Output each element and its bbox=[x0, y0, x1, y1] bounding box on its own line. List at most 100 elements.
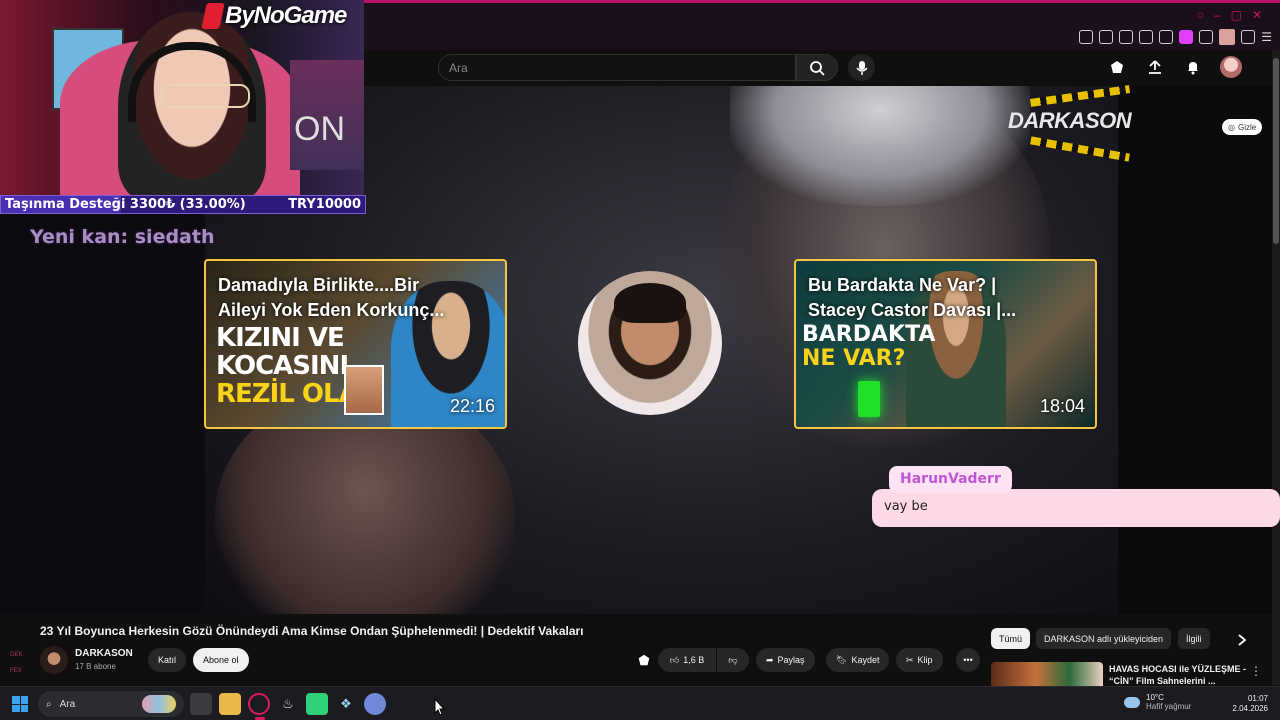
card-duration: 18:04 bbox=[1039, 396, 1085, 416]
bookmark-icon: 🔖︎ bbox=[836, 654, 848, 665]
subscribe-button[interactable]: Abone ol bbox=[193, 648, 249, 672]
glasses bbox=[160, 84, 250, 108]
clip-label: Klip bbox=[917, 655, 933, 665]
extensions-toolbar: ☰ bbox=[1079, 29, 1272, 45]
search-input[interactable]: Ara bbox=[438, 54, 796, 81]
share-label: Paylaş bbox=[777, 655, 805, 665]
chat-message-bubble: vay be bbox=[872, 489, 1280, 527]
vpn-icon[interactable] bbox=[1119, 30, 1134, 44]
left-edge-strip: GEK FEX bbox=[0, 640, 30, 685]
dislike-button[interactable]: 👎︎ bbox=[717, 648, 749, 672]
menu-icon[interactable]: ☰ bbox=[1261, 30, 1272, 44]
search-icon[interactable]: ○ bbox=[1197, 8, 1204, 22]
extension-icon[interactable] bbox=[1106, 56, 1128, 78]
puzzle-icon[interactable] bbox=[1199, 30, 1214, 44]
discord-icon[interactable] bbox=[364, 693, 386, 715]
card-thumbnail-inset bbox=[344, 365, 384, 415]
channel-avatar[interactable] bbox=[40, 646, 68, 674]
green-glass-graphic bbox=[858, 381, 880, 417]
steam-icon[interactable]: ♨ bbox=[277, 693, 299, 715]
twitch-extension-icon[interactable] bbox=[1179, 30, 1194, 44]
pin-icon[interactable] bbox=[1079, 30, 1094, 44]
card-thumbnail-text: BARDAKTA NE VAR? bbox=[802, 323, 935, 371]
recommended-more-icon[interactable]: ⋮ bbox=[1250, 664, 1262, 678]
thumb-text-line: BARDAKTA bbox=[802, 322, 936, 347]
endscreen-channel-avatar[interactable] bbox=[578, 271, 722, 415]
window-controls: ○ – ▢ ✕ bbox=[1197, 8, 1262, 22]
taskbar-search[interactable]: ⌕ Ara bbox=[38, 691, 184, 717]
weather-description: Hafif yağmur bbox=[1146, 702, 1192, 711]
voice-search-button[interactable] bbox=[848, 54, 875, 81]
thumb-text-line: KIZINI VE bbox=[216, 323, 345, 353]
chevron-right-icon bbox=[1238, 634, 1247, 646]
save-button[interactable]: 🔖︎ Kaydet bbox=[826, 648, 890, 672]
screenshot-icon[interactable] bbox=[1099, 30, 1114, 44]
windows-start-icon[interactable] bbox=[12, 696, 28, 712]
bynogame-logo-icon bbox=[201, 3, 225, 29]
sponsor-logo: ByNoGame bbox=[201, 2, 347, 30]
chat-message: vay be bbox=[884, 499, 928, 514]
new-subscriber-alert: Yeni kan: siedath bbox=[30, 226, 215, 248]
thumbs-up-icon: 👍︎ bbox=[669, 654, 680, 665]
channel-name[interactable]: DARKASON bbox=[75, 648, 133, 659]
scrollbar-thumb[interactable] bbox=[1273, 58, 1279, 244]
hide-overlay-button[interactable]: ◎ Gizle bbox=[1222, 119, 1263, 135]
video-letterbox-right bbox=[1118, 86, 1272, 614]
clip-button[interactable]: ✂ Klip bbox=[896, 648, 943, 672]
join-button[interactable]: Katıl bbox=[148, 648, 187, 672]
notifications-bell-icon[interactable] bbox=[1182, 56, 1204, 78]
heart-icon[interactable] bbox=[1159, 30, 1174, 44]
filter-chip-all[interactable]: Tümü bbox=[991, 628, 1031, 649]
endscreen-video-card[interactable]: KIZINI VE KOCASINI... REZİL OLAY Damadıy… bbox=[204, 259, 507, 429]
opera-gx-icon[interactable] bbox=[248, 693, 270, 715]
search-highlight-image bbox=[142, 695, 176, 713]
card-title: Damadıyla Birlikte....Bir Aileyi Yok Ede… bbox=[218, 275, 445, 320]
weather-temperature: 10°C bbox=[1146, 693, 1164, 702]
task-view-icon[interactable] bbox=[190, 693, 212, 715]
search-button[interactable] bbox=[796, 54, 838, 81]
share-button[interactable]: ➦ Paylaş bbox=[756, 648, 815, 672]
extension-action-icon[interactable] bbox=[632, 648, 656, 672]
filter-chip-related[interactable]: İlgili bbox=[1178, 628, 1210, 649]
endscreen-video-card[interactable]: BARDAKTA NE VAR? Bu Bardakta Ne Var? | S… bbox=[794, 259, 1097, 429]
game-launcher-icon[interactable] bbox=[306, 693, 328, 715]
search-icon: ⌕ bbox=[46, 698, 52, 710]
upload-icon[interactable] bbox=[1144, 56, 1166, 78]
recommended-title[interactable]: HAVAS HOCASI ile YÜZLEŞME - “CİN” Film S… bbox=[1109, 663, 1247, 687]
wall-poster-right: ON bbox=[290, 60, 364, 170]
filter-chip-uploader[interactable]: DARKASON adlı yükleyiciden bbox=[1036, 628, 1172, 649]
card-duration: 22:16 bbox=[449, 396, 495, 416]
more-actions-button[interactable]: ••• bbox=[956, 648, 980, 672]
donation-goal: TRY10000 bbox=[288, 197, 361, 212]
strip-label: FEX bbox=[10, 668, 22, 674]
chips-next-button[interactable] bbox=[1232, 630, 1252, 650]
thumb-text-line: NE VAR? bbox=[802, 346, 906, 371]
play-icon[interactable] bbox=[1139, 30, 1154, 44]
file-explorer-icon[interactable] bbox=[219, 693, 241, 715]
chat-username: HarunVaderr bbox=[889, 466, 1012, 493]
profile-avatar-icon[interactable] bbox=[1219, 29, 1236, 45]
close-icon[interactable]: ✕ bbox=[1252, 8, 1262, 22]
like-button[interactable]: 👍︎ 1,6 B bbox=[658, 648, 716, 672]
weather-widget[interactable]: 10°C Hafif yağmur bbox=[1124, 693, 1191, 711]
video-title: 23 Yıl Boyunca Herkesin Gözü Önündeydi A… bbox=[40, 624, 584, 638]
strip-label: GEK bbox=[10, 652, 23, 658]
clock-date: 2.04.2026 bbox=[1232, 704, 1268, 713]
card-title: Bu Bardakta Ne Var? | Stacey Castor Dava… bbox=[808, 275, 1017, 320]
microphone-icon bbox=[855, 60, 868, 75]
system-clock[interactable]: 01:07 2.04.2026 bbox=[1232, 694, 1268, 714]
maximize-icon[interactable]: ▢ bbox=[1231, 8, 1242, 22]
channel-watermark[interactable]: DARKASON bbox=[1008, 108, 1132, 134]
subscriber-count: 17 B abone bbox=[75, 662, 116, 671]
taskbar-search-label: Ara bbox=[59, 698, 76, 710]
search-icon bbox=[810, 60, 825, 76]
download-icon[interactable] bbox=[1241, 30, 1256, 44]
minimize-icon[interactable]: – bbox=[1214, 8, 1221, 22]
poster-text: ON bbox=[294, 110, 345, 148]
avatar-hair bbox=[614, 283, 686, 323]
clock-time: 01:07 bbox=[1247, 694, 1268, 703]
network-app-icon[interactable]: ❖ bbox=[335, 693, 357, 715]
share-icon: ➦ bbox=[766, 654, 774, 665]
account-avatar[interactable] bbox=[1220, 56, 1242, 78]
like-count: 1,6 B bbox=[683, 655, 705, 665]
